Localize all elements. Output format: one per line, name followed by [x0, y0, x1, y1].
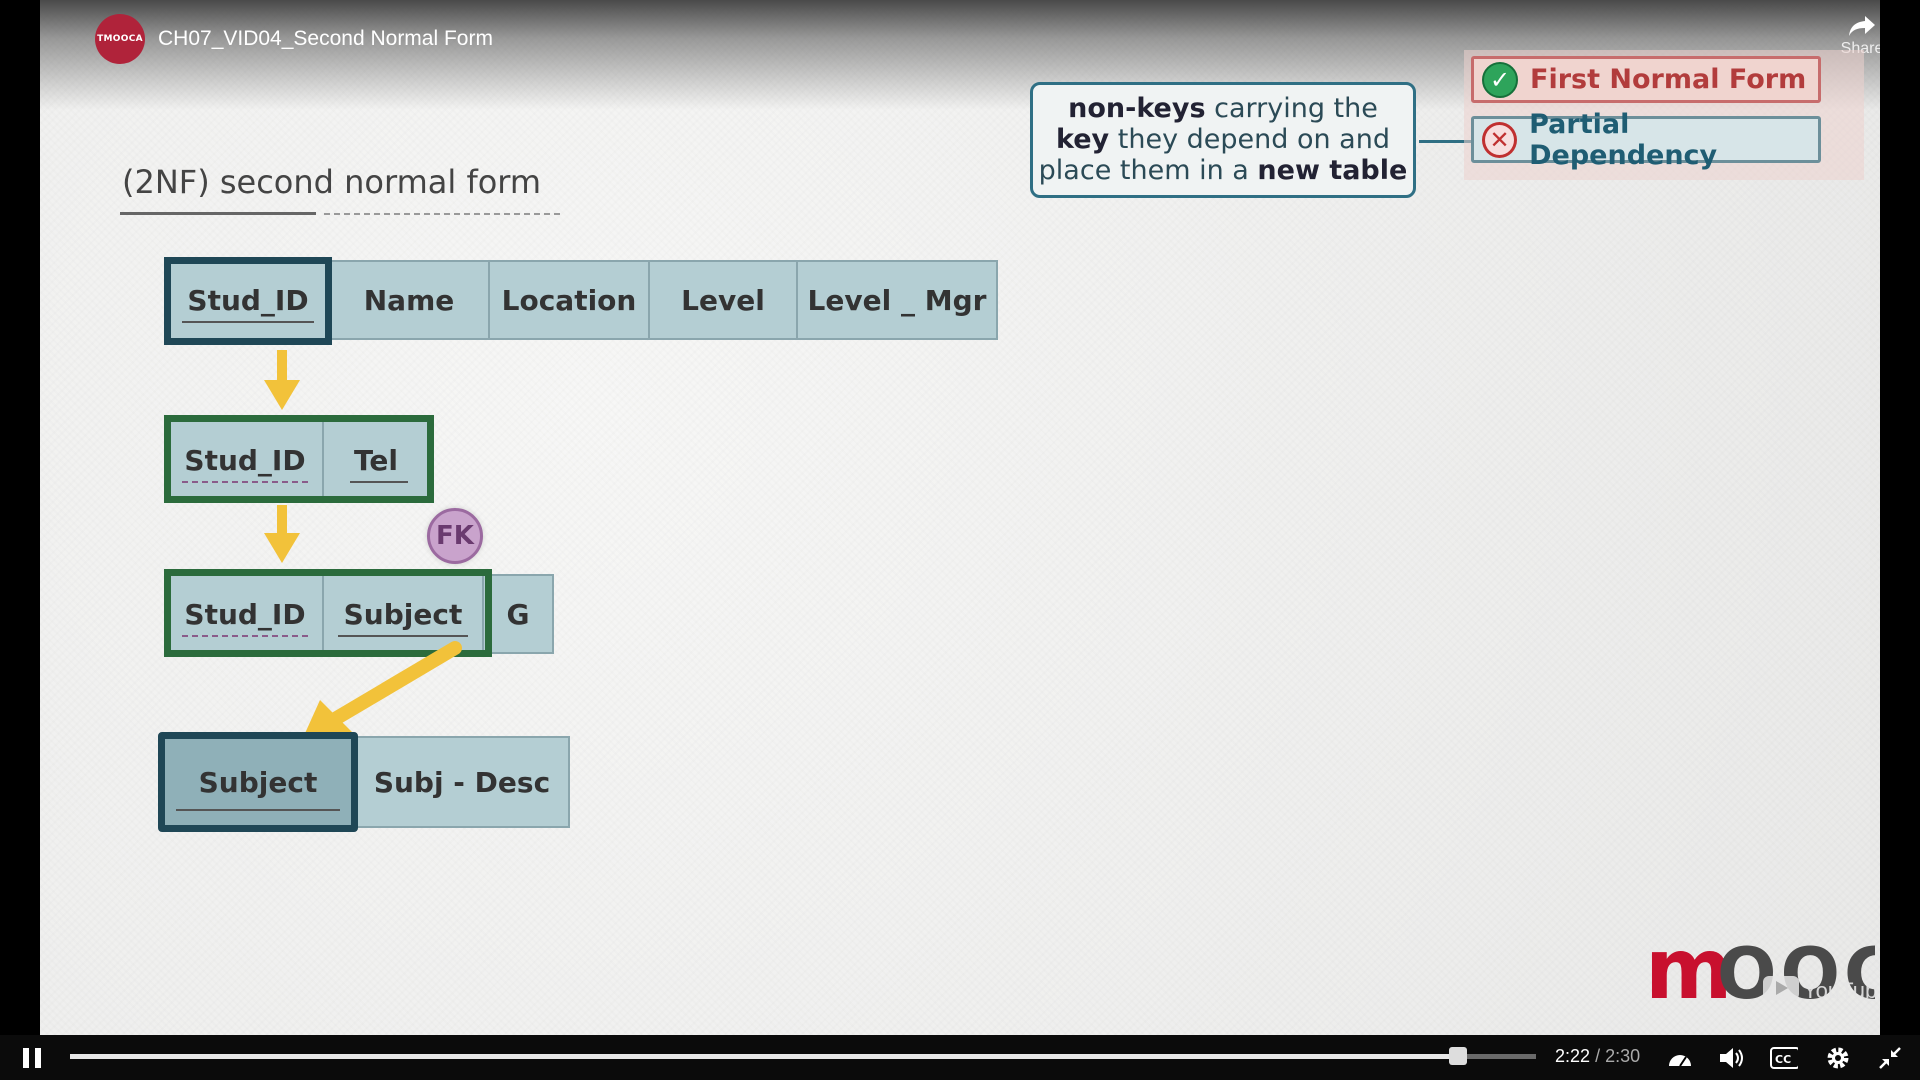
table-cell: Level _ Mgr: [798, 260, 998, 340]
speedometer-icon: [1669, 1055, 1691, 1067]
brand-watermark: m OOCA YouTube: [1645, 918, 1880, 1018]
exit-fullscreen-button[interactable]: [1876, 1044, 1904, 1072]
badge-label: First Normal Form: [1530, 64, 1807, 95]
channel-logo[interactable]: TMOOCA: [95, 14, 145, 64]
mooca-logo-icon: m OOCA YouTube: [1645, 920, 1880, 1018]
cc-icon: CC: [1770, 1047, 1798, 1069]
progress-scrubber[interactable]: [1449, 1047, 1467, 1065]
badge-first-normal-form: ✓ First Normal Form: [1471, 56, 1821, 103]
callout-bold-key: key: [1056, 124, 1110, 155]
pause-icon: [23, 1048, 41, 1068]
down-arrow-icon: [264, 505, 300, 563]
callout-bold-newtable: new table: [1257, 155, 1408, 186]
foreign-key-badge: FK: [427, 508, 483, 564]
table-cell: G: [484, 574, 554, 654]
share-icon: [1849, 16, 1875, 36]
table-cell: Subj - Desc: [356, 736, 570, 828]
progress-fill: [70, 1054, 1458, 1059]
player-controls: 2:22 / 2:30 CC: [0, 1035, 1920, 1080]
table-cell: Name: [330, 260, 490, 340]
volume-button[interactable]: [1718, 1044, 1746, 1072]
cross-icon: ✕: [1482, 121, 1518, 158]
primary-key-highlight: [158, 732, 358, 832]
badge-label: Partial Dependency: [1529, 108, 1718, 171]
down-arrow-icon: [264, 350, 300, 410]
callout-text-2: they depend on and: [1109, 124, 1390, 155]
table-cell: Level: [650, 260, 798, 340]
time-total: 2:30: [1605, 1046, 1641, 1066]
volume-icon: [1720, 1048, 1743, 1068]
callout-text-1: carrying the: [1205, 93, 1378, 124]
time-display: 2:22 / 2:30: [1555, 1046, 1640, 1067]
video-title[interactable]: CH07_VID04_Second Normal Form: [158, 27, 493, 51]
video-frame[interactable]: TMOOCA CH07_VID04_Second Normal Form Sha…: [40, 0, 1880, 1035]
callout-text-3: place them in a: [1038, 155, 1258, 186]
callout-bold-nonkeys: non-keys: [1068, 93, 1206, 124]
speed-button[interactable]: [1666, 1044, 1694, 1072]
table-cell: Location: [490, 260, 650, 340]
heading-underline-dashed: [324, 213, 560, 215]
primary-key-highlight: [164, 257, 332, 345]
check-icon: ✓: [1482, 61, 1518, 98]
exit-fullscreen-icon: [1879, 1047, 1901, 1069]
svg-text:CC: CC: [1775, 1053, 1791, 1066]
svg-text:YouTube: YouTube: [1803, 978, 1875, 1003]
time-separator: /: [1595, 1046, 1601, 1066]
definition-callout: non-keys carrying the key they depend on…: [1030, 82, 1416, 198]
badge-partial-dependency: ✕ Partial Dependency: [1471, 109, 1821, 171]
gear-icon: [1827, 1047, 1849, 1069]
slide-heading: (2NF) second normal form: [122, 163, 542, 201]
pause-button[interactable]: [18, 1044, 46, 1072]
captions-button[interactable]: CC: [1770, 1044, 1798, 1072]
settings-button[interactable]: [1824, 1044, 1852, 1072]
composite-key-highlight: [164, 415, 434, 503]
heading-underline: [120, 212, 316, 215]
time-current: 2:22: [1555, 1046, 1591, 1066]
